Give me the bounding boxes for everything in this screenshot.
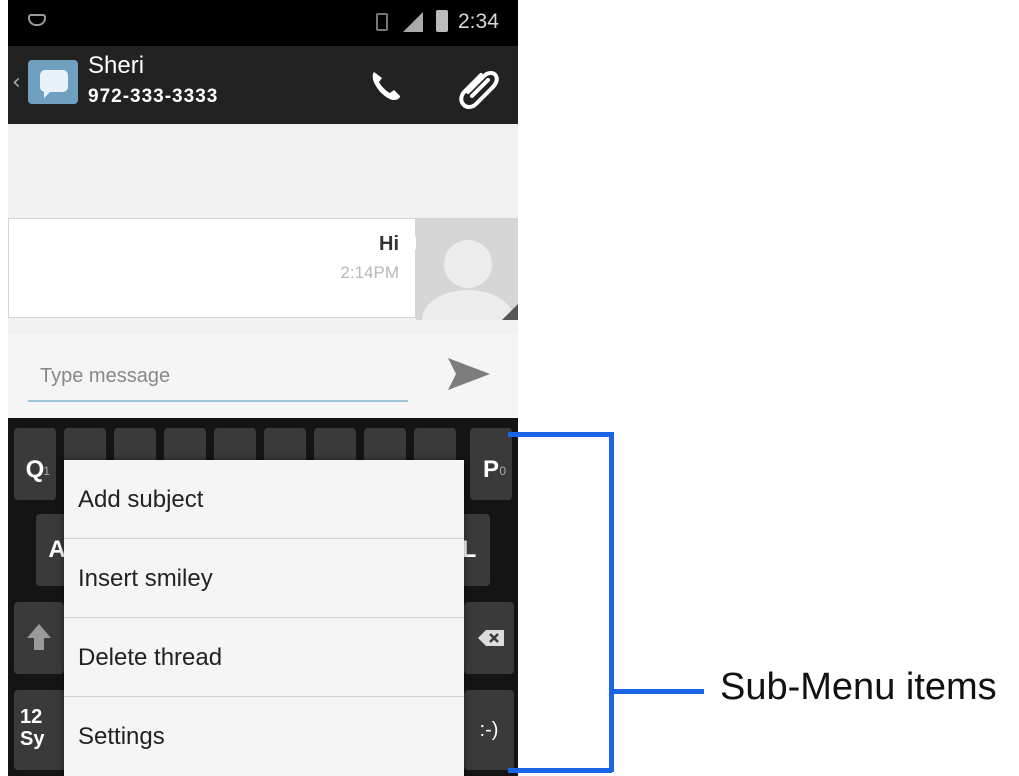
menu-item-delete-thread[interactable]: Delete thread — [64, 618, 464, 697]
message-bubble[interactable]: Hi 2:14PM — [8, 218, 416, 318]
phone-icon[interactable] — [364, 64, 408, 108]
message-text: Hi — [379, 233, 399, 255]
annotation-bracket — [609, 432, 614, 772]
phone-screen: 2:34 ‹ Sheri 972-333-3333 Hi 2:14PM Type… — [8, 0, 518, 776]
key-p[interactable]: 0P — [470, 428, 512, 500]
shift-arrow-icon — [27, 624, 51, 650]
conversation-area: Hi 2:14PM — [8, 124, 518, 334]
status-time: 2:34 — [458, 10, 499, 33]
chevron-left-icon[interactable]: ‹ — [12, 70, 21, 95]
contact-number: 972-333-3333 — [88, 86, 219, 107]
action-bar: ‹ Sheri 972-333-3333 — [8, 46, 518, 124]
signal-icon — [403, 12, 423, 32]
annotation-bracket-top — [508, 432, 612, 437]
backspace-key[interactable] — [464, 602, 514, 674]
sim-icon — [376, 13, 388, 31]
annotation-bracket-bottom — [508, 768, 612, 773]
symbols-key[interactable]: 12 Sy — [14, 690, 66, 770]
shift-key[interactable] — [14, 602, 64, 674]
send-icon[interactable] — [444, 354, 494, 394]
key-q[interactable]: 1Q — [14, 428, 56, 500]
menu-item-insert-smiley[interactable]: Insert smiley — [64, 539, 464, 618]
status-bar: 2:34 — [8, 0, 518, 46]
message-input[interactable] — [28, 352, 408, 402]
menu-item-add-subject[interactable]: Add subject — [64, 460, 464, 539]
contact-name: Sheri — [88, 52, 145, 79]
messaging-app-icon[interactable] — [28, 60, 78, 104]
message-time: 2:14PM — [340, 263, 399, 282]
backspace-icon — [478, 630, 504, 646]
smiley-key[interactable]: :-) — [464, 690, 514, 770]
contact-avatar[interactable] — [416, 218, 518, 320]
notification-icon — [28, 14, 46, 26]
options-menu: Add subject Insert smiley Delete thread … — [64, 460, 464, 776]
annotation-label: Sub-Menu items — [720, 666, 997, 708]
annotation-leader — [612, 689, 704, 694]
composer — [8, 334, 518, 418]
paperclip-icon[interactable] — [454, 62, 504, 112]
menu-item-settings[interactable]: Settings — [64, 697, 464, 776]
battery-icon — [436, 10, 448, 32]
